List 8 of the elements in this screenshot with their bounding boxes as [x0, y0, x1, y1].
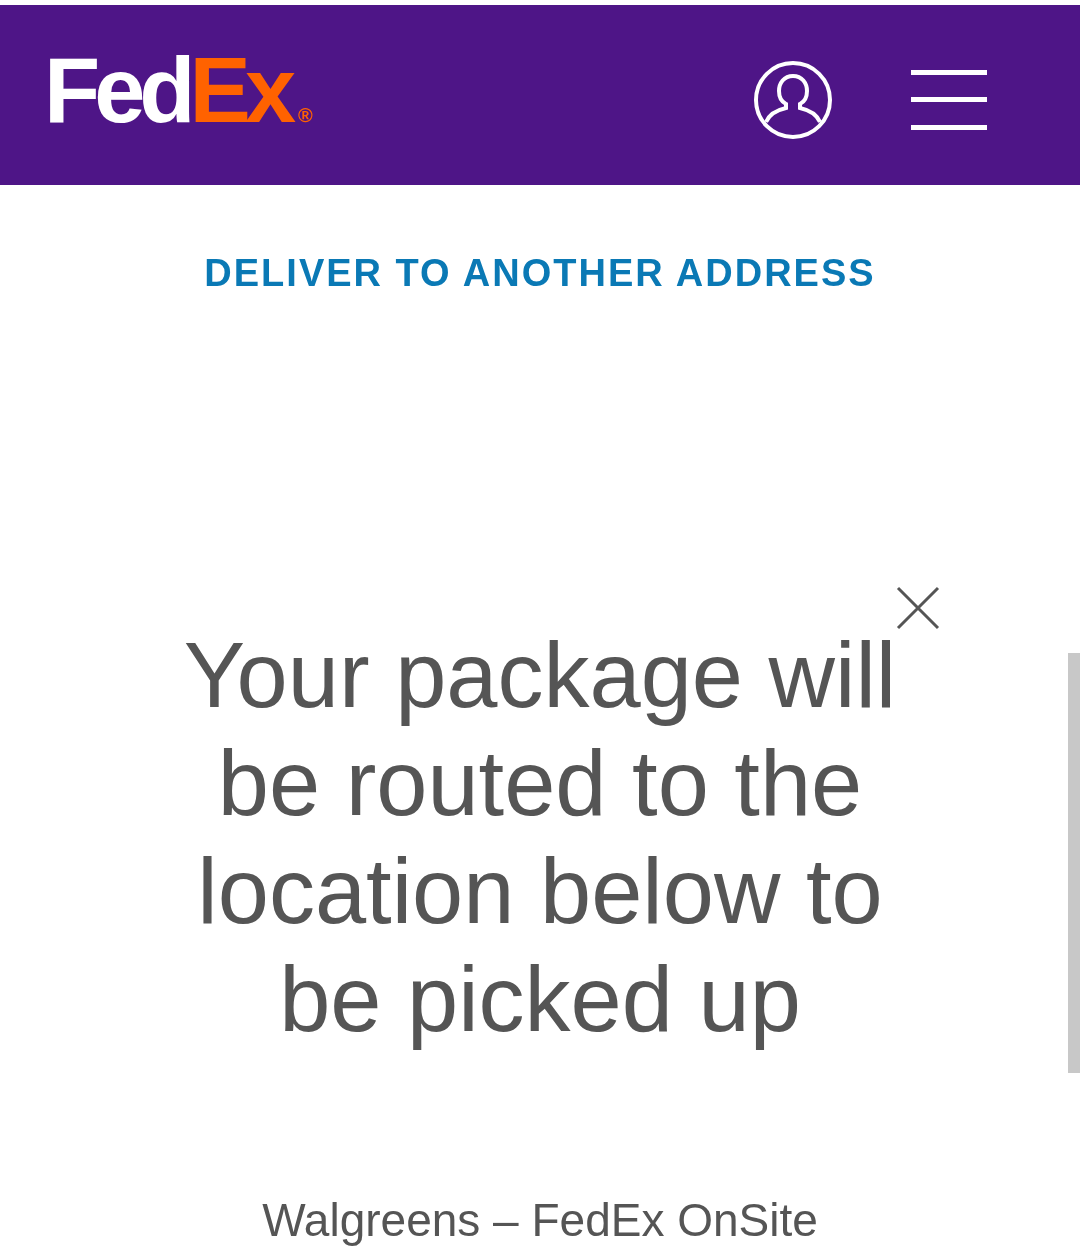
account-icon[interactable] [753, 60, 833, 140]
scrollbar[interactable] [1068, 653, 1080, 1073]
close-icon[interactable] [896, 586, 940, 630]
logo[interactable]: FedEx® [44, 44, 313, 146]
location-name: Walgreens – FedEx OnSite [262, 1193, 818, 1247]
message-text: Your package will be routed to the location below to be picked up [182, 623, 898, 1052]
deliver-link[interactable]: DELIVER TO ANOTHER ADDRESS [204, 252, 876, 295]
menu-icon[interactable] [911, 70, 987, 130]
